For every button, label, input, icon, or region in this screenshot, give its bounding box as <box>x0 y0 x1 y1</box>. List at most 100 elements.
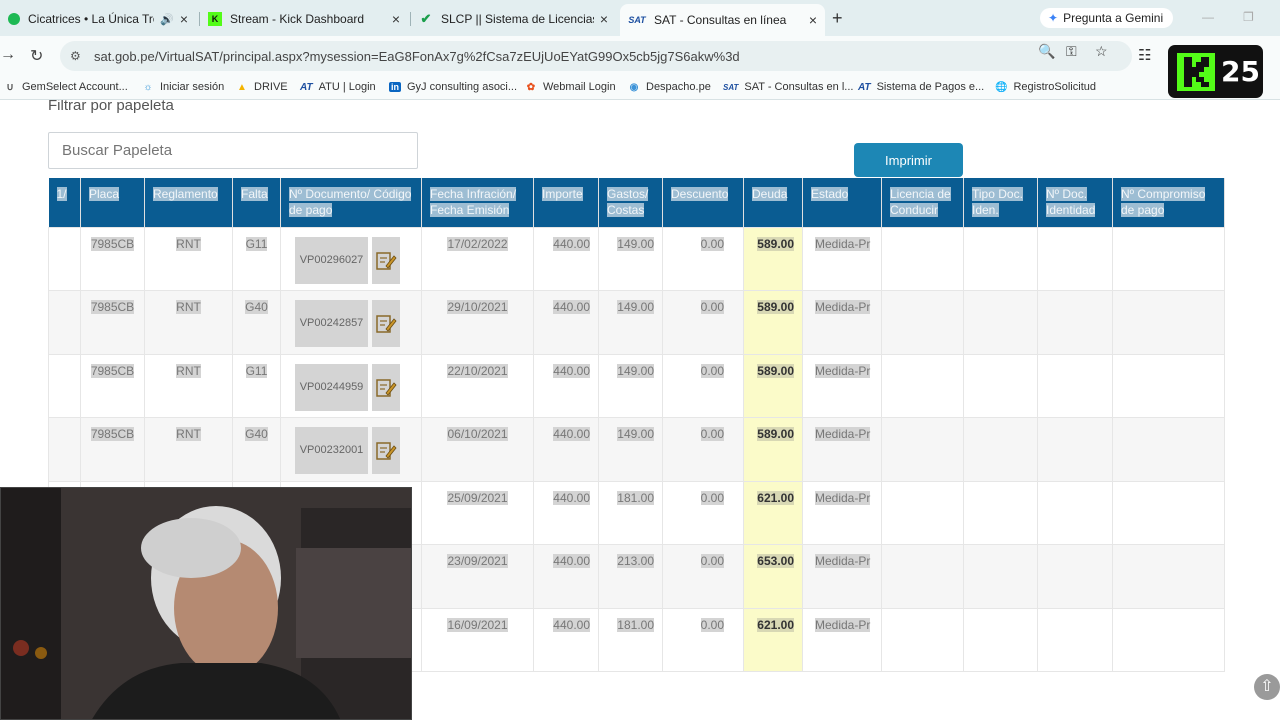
zoom-icon[interactable]: 🔍 <box>1038 43 1055 60</box>
restore-icon[interactable]: ❐ <box>1243 10 1254 24</box>
document-cell-content: VP00242857 <box>281 300 421 347</box>
tab-sat-consultas[interactable]: SAT SAT - Consultas en línea × <box>620 4 825 36</box>
bookmark-item[interactable]: in GyJ consulting asoci... <box>389 81 517 93</box>
edit-document-icon[interactable] <box>372 427 400 474</box>
document-number-link[interactable]: VP00232001 <box>295 427 368 474</box>
falta-cell: G40 <box>232 417 281 482</box>
column-header[interactable]: Importe <box>533 178 599 227</box>
document-cell-content: VP00232001 <box>281 427 421 474</box>
licencia-cell <box>881 226 964 291</box>
deuda-cell: 621.00 <box>743 607 803 672</box>
close-icon[interactable]: × <box>600 11 608 27</box>
close-icon[interactable]: × <box>180 11 188 27</box>
scroll-to-top-button[interactable]: ⇧ <box>1254 674 1280 700</box>
document-number-link[interactable]: VP00242857 <box>295 300 368 347</box>
bookmark-item[interactable]: ✿ Webmail Login <box>525 81 616 93</box>
column-header[interactable]: Estado <box>802 178 882 227</box>
descuento-cell: 0.00 <box>662 607 744 672</box>
bookmark-item[interactable]: ☼ Iniciar sesión <box>142 81 224 93</box>
num-doc-cell <box>1037 226 1113 291</box>
column-header[interactable]: Falta <box>232 178 281 227</box>
column-header[interactable]: Descuento <box>662 178 744 227</box>
close-icon[interactable]: × <box>392 11 400 27</box>
column-header[interactable]: Deuda <box>743 178 803 227</box>
documento-cell: VP00296027 <box>280 226 422 291</box>
num-doc-cell <box>1037 353 1113 418</box>
bookmark-item[interactable]: AT Sistema de Pagos e... <box>858 81 984 93</box>
extensions-puzzle-icon[interactable]: ☷ <box>1138 46 1151 64</box>
edit-document-icon[interactable] <box>372 363 400 411</box>
tab-kick-dashboard[interactable]: K Stream - Kick Dashboard × <box>200 6 408 32</box>
column-header[interactable]: Fecha Infración/ Fecha Emisión <box>421 178 534 227</box>
documento-cell: VP00244959 <box>280 353 422 418</box>
deuda-cell: 589.00 <box>743 290 803 355</box>
close-icon[interactable]: × <box>809 12 817 28</box>
column-header[interactable]: Nº Compromiso de pago <box>1112 178 1225 227</box>
bookmark-item[interactable]: ◉ Despacho.pe <box>628 81 711 93</box>
tab-music[interactable]: Cicatrices • La Única Tropical 🔊 × <box>0 6 196 32</box>
column-header[interactable]: 1/ <box>48 178 81 227</box>
tab-slcp[interactable]: ✔ SLCP || Sistema de Licencias de × <box>411 6 616 32</box>
print-button[interactable]: Imprimir <box>854 143 963 177</box>
tipo-doc-cell <box>963 226 1038 291</box>
sat-logo-icon: SAT <box>628 15 646 25</box>
new-tab-button[interactable]: + <box>832 8 843 29</box>
num-doc-cell <box>1037 480 1113 545</box>
forward-arrow-icon[interactable]: → <box>0 46 16 64</box>
importe-cell: 440.00 <box>533 353 599 418</box>
row-index-cell <box>48 290 81 355</box>
bookmark-item[interactable]: ∪ GemSelect Account... <box>4 81 127 93</box>
falta-cell: G11 <box>232 226 281 291</box>
gastos-cell: 149.00 <box>598 290 663 355</box>
minimize-icon[interactable]: — <box>1202 10 1214 24</box>
kick-viewer-badge: 25 <box>1168 45 1263 98</box>
compromiso-cell <box>1112 353 1225 418</box>
address-bar[interactable]: ⚙ sat.gob.pe/VirtualSAT/principal.aspx?m… <box>60 41 1132 71</box>
fecha-cell: 17/02/2022 <box>421 226 534 291</box>
fecha-cell: 16/09/2021 <box>421 607 534 672</box>
reglamento-cell: RNT <box>144 417 233 482</box>
bookmark-item[interactable]: ▲ DRIVE <box>236 81 288 93</box>
speaker-icon[interactable]: 🔊 <box>160 13 174 26</box>
column-header[interactable]: Nº Doc. Identidad <box>1037 178 1113 227</box>
column-header[interactable]: Placa <box>80 178 145 227</box>
reglamento-cell: RNT <box>144 226 233 291</box>
column-header[interactable]: Gastos/ Costas <box>598 178 663 227</box>
document-number-link[interactable]: VP00296027 <box>295 236 368 284</box>
despacho-icon: ◉ <box>629 81 639 93</box>
row-index-cell <box>48 226 81 291</box>
column-header[interactable]: Licencia de Conducir <box>881 178 964 227</box>
edit-document-icon[interactable] <box>372 236 400 284</box>
table-row[interactable]: 7985CB RNT G40 VP00232001 06/10/2021 440.00 14… <box>48 417 1225 482</box>
table-row[interactable]: 7985CB RNT G11 VP00296027 17/02/2022 440.00 14… <box>48 226 1225 291</box>
tipo-doc-cell <box>963 290 1038 355</box>
bookmark-item[interactable]: SAT SAT - Consultas en l... <box>723 81 853 93</box>
site-info-icon[interactable]: ⚙ <box>70 49 86 63</box>
column-header[interactable]: Reglamento <box>144 178 233 227</box>
globe-icon: ☼ <box>143 81 153 93</box>
importe-cell: 440.00 <box>533 607 599 672</box>
password-key-icon[interactable]: ⚿ <box>1066 43 1077 60</box>
reload-icon[interactable]: ↻ <box>30 46 43 66</box>
webcam-overlay <box>0 487 412 720</box>
bookmark-item[interactable]: AT ATU | Login <box>300 81 376 93</box>
column-header[interactable]: Tipo Doc. Iden. <box>963 178 1038 227</box>
search-papeleta-input[interactable] <box>48 132 418 169</box>
column-header[interactable]: Nº Documento/ Código de pago <box>280 178 422 227</box>
row-index-cell <box>48 417 81 482</box>
fecha-cell: 25/09/2021 <box>421 480 534 545</box>
placa-cell: 7985CB <box>80 417 145 482</box>
table-row[interactable]: 7985CB RNT G40 VP00242857 29/10/2021 440.00 14… <box>48 290 1225 355</box>
sat-logo-icon: SAT <box>723 82 739 92</box>
gastos-cell: 149.00 <box>598 417 663 482</box>
descuento-cell: 0.00 <box>662 353 744 418</box>
bookmark-star-icon[interactable]: ☆ <box>1095 43 1108 60</box>
bookmark-item[interactable]: 🌐 RegistroSolicitud <box>995 81 1096 93</box>
table-row[interactable]: 7985CB RNT G11 VP00244959 22/10/2021 440.00 14… <box>48 353 1225 418</box>
document-number-link[interactable]: VP00244959 <box>295 363 368 411</box>
deuda-cell: 653.00 <box>743 544 803 609</box>
url-text: sat.gob.pe/VirtualSAT/principal.aspx?mys… <box>94 48 740 64</box>
placa-cell: 7985CB <box>80 226 145 291</box>
gemini-button[interactable]: ✦ Pregunta a Gemini <box>1040 8 1174 28</box>
edit-document-icon[interactable] <box>372 300 400 347</box>
